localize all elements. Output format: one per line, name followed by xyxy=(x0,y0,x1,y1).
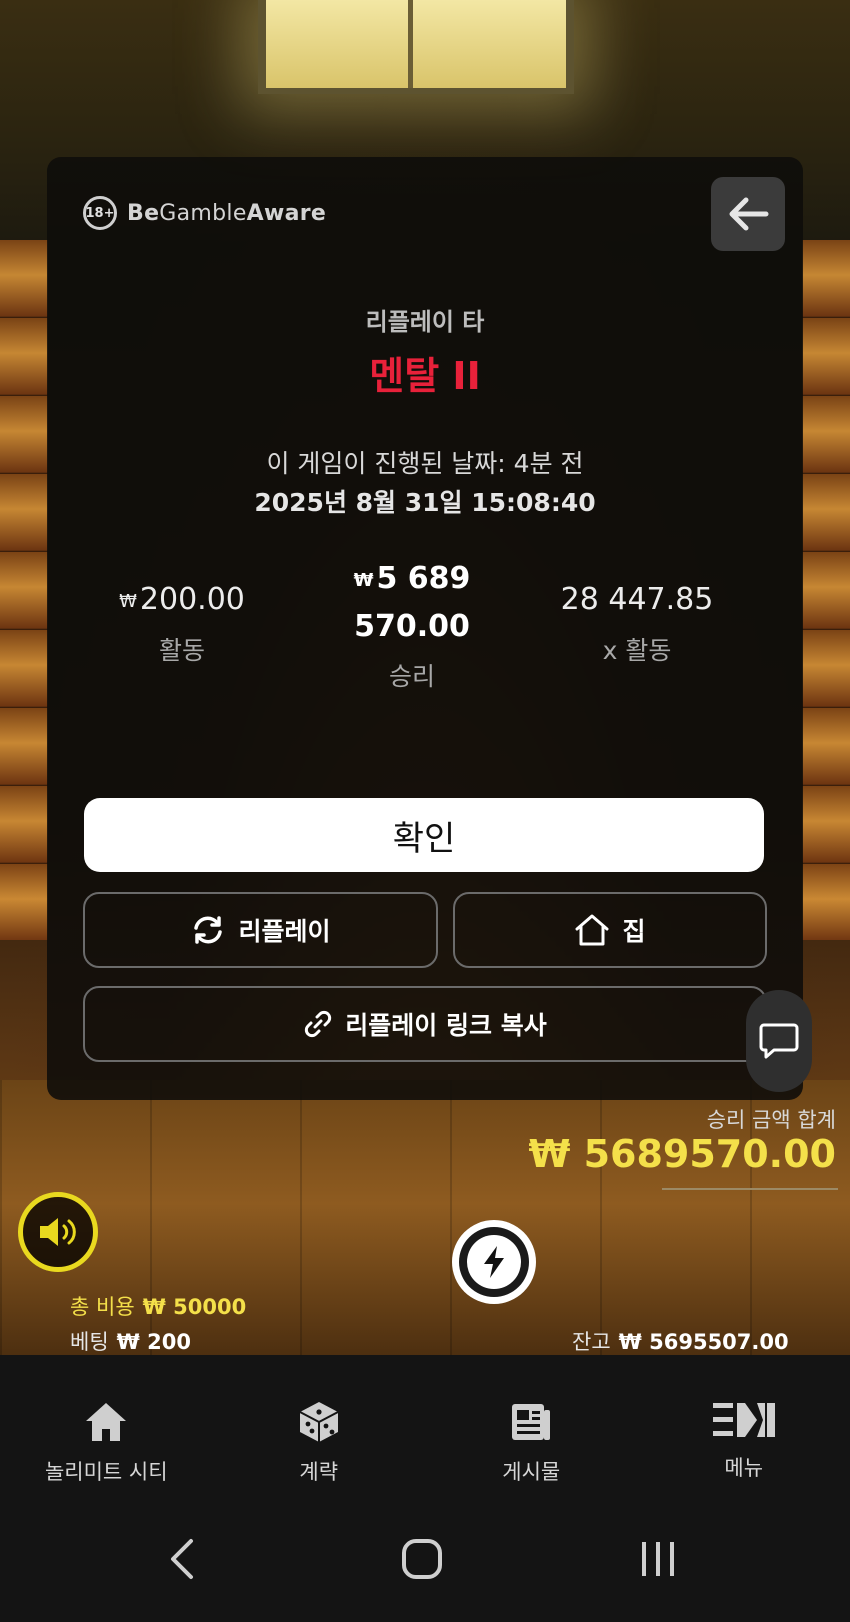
won-symbol: ₩ xyxy=(353,570,374,591)
system-navigation-bar xyxy=(0,1495,850,1622)
lightning-icon xyxy=(484,1246,504,1278)
nav-item-nolimit-city[interactable]: 놀리미트 시티 xyxy=(0,1355,213,1495)
turbo-inner xyxy=(459,1227,529,1297)
speaker-icon xyxy=(40,1218,76,1246)
won-symbol: ₩ xyxy=(119,591,137,612)
total-win-label: 승리 금액 합계 xyxy=(706,1108,836,1132)
system-recents-icon[interactable] xyxy=(638,1540,678,1578)
system-home-icon[interactable] xyxy=(401,1538,443,1580)
house-icon xyxy=(575,914,609,946)
multiplier-value: 28 447.85 xyxy=(560,582,714,617)
nav-item-menu[interactable]: 메뉴 xyxy=(638,1355,850,1495)
divider xyxy=(662,1188,838,1190)
turbo-button[interactable] xyxy=(452,1220,536,1304)
multiplier-stat: 28 447.85 x 활동 xyxy=(547,582,727,667)
home-button[interactable]: 집 xyxy=(453,892,767,968)
copy-replay-link-button[interactable]: 리플레이 링크 복사 xyxy=(83,986,767,1062)
total-cost-label: 총 비용 xyxy=(70,1295,135,1319)
bottom-nav: 놀리미트 시티 계략 게시물 메뉴 xyxy=(0,1355,850,1495)
nav-item-strategy[interactable]: 계략 xyxy=(213,1355,426,1495)
played-date: 2025년 8월 31일 15:08:40 xyxy=(254,488,596,517)
replay-title: 리플레이 타 xyxy=(365,308,485,336)
begambleaware-logo: 18+ BeGambleAware xyxy=(83,193,326,233)
played-ago: 이 게임이 진행된 날짜: 4분 전 xyxy=(266,449,584,478)
balance-label: 잔고 xyxy=(572,1330,611,1354)
replay-button[interactable]: 리플레이 xyxy=(83,892,438,968)
bet-value: 200.00 xyxy=(139,582,245,617)
total-cost-value: ₩ 50000 xyxy=(142,1295,247,1319)
back-button[interactable] xyxy=(711,177,785,251)
win-label: 승리 xyxy=(388,662,435,691)
total-win-value: ₩ 5689570.00 xyxy=(528,1132,836,1176)
copy-link-label: 리플레이 링크 복사 xyxy=(345,1011,547,1040)
sound-button[interactable] xyxy=(18,1192,98,1272)
balance: 잔고 ₩ 5695507.00 xyxy=(572,1326,789,1356)
game-name: 멘탈 II xyxy=(369,354,481,398)
age-18-badge: 18+ xyxy=(83,196,117,230)
refresh-icon xyxy=(194,916,223,944)
chat-bubble-icon xyxy=(759,1023,799,1059)
arrow-left-icon xyxy=(729,197,769,231)
nav-label: 계략 xyxy=(299,1460,339,1484)
confirm-button[interactable]: 확인 xyxy=(84,798,764,872)
bet-label: 베팅 xyxy=(70,1330,109,1354)
menu-icon xyxy=(712,1403,775,1437)
win-value-line1: 5 689 xyxy=(376,561,471,596)
home-button-label: 집 xyxy=(622,917,646,946)
reel-strip-left xyxy=(0,240,48,940)
win-stat: ₩5 689 570.00 승리 xyxy=(292,557,532,693)
bet-label: 활동 xyxy=(158,636,205,665)
replay-button-label: 리플레이 xyxy=(238,917,331,946)
nav-label: 메뉴 xyxy=(724,1456,764,1480)
win-value-line2: 570.00 xyxy=(354,609,470,644)
bet-value: ₩ 200 xyxy=(116,1330,191,1354)
dice-icon xyxy=(299,1402,339,1442)
nav-label: 게시물 xyxy=(502,1460,561,1484)
bet-amount: 베팅 ₩ 200 xyxy=(70,1326,191,1356)
newspaper-icon xyxy=(512,1404,551,1440)
link-icon xyxy=(305,1010,332,1038)
chat-button[interactable] xyxy=(746,990,812,1092)
begambleaware-text: BeGambleAware xyxy=(127,200,327,226)
home-icon xyxy=(86,1403,127,1441)
nav-item-posts[interactable]: 게시물 xyxy=(425,1355,638,1495)
nav-label: 놀리미트 시티 xyxy=(44,1460,168,1484)
bet-stat: ₩200.00 활동 xyxy=(107,582,257,667)
ceiling-light xyxy=(258,0,574,94)
multiplier-label: x 활동 xyxy=(602,636,672,665)
total-cost: 총 비용 ₩ 50000 xyxy=(70,1291,246,1321)
reel-strip-right xyxy=(802,240,850,940)
balance-value: ₩ 5695507.00 xyxy=(618,1330,789,1354)
replay-modal: 18+ BeGambleAware 리플레이 타 멘탈 II 이 게임이 진행된… xyxy=(47,157,803,1100)
system-back-icon[interactable] xyxy=(165,1537,199,1581)
